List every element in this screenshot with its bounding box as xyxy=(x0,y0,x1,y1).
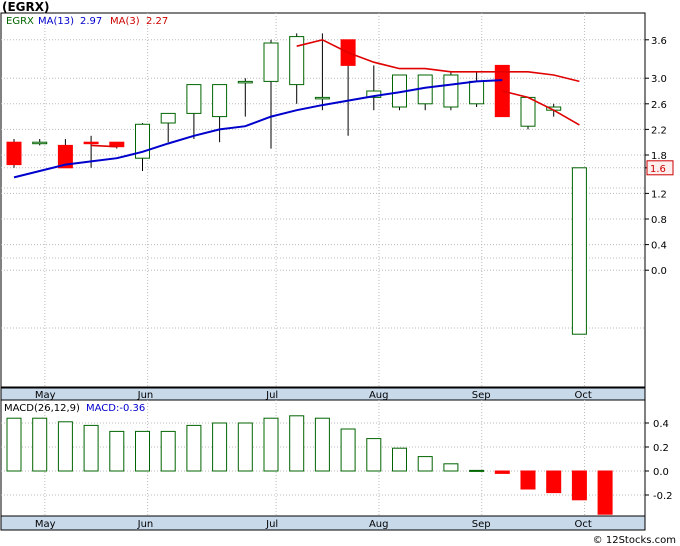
price-tick-label: 2.2 xyxy=(651,125,667,136)
macd-month-strip xyxy=(0,515,646,531)
price-month-label: Sep xyxy=(472,390,491,401)
macd-bar-positive xyxy=(212,422,228,472)
price-month-label: Aug xyxy=(369,390,389,401)
macd-bar-positive xyxy=(57,421,73,472)
macd-bar-negative xyxy=(520,470,536,490)
candle-down xyxy=(83,141,99,145)
price-legend: EGRX MA(13) 2.97 MA(3) 2.27 xyxy=(6,16,168,27)
price-month-label: Oct xyxy=(575,390,592,401)
macd-bar-positive xyxy=(135,430,150,472)
macd-tick-label: 0.4 xyxy=(653,419,669,430)
price-month-strip xyxy=(0,387,646,401)
macd-month-label: Oct xyxy=(575,519,592,530)
candle-up xyxy=(186,84,202,114)
legend-ma13-label: MA(13) xyxy=(38,16,74,27)
site-credit: © 12Stocks.com xyxy=(592,535,676,546)
macd-bar-positive xyxy=(392,447,407,472)
last-price-label: 1.6 xyxy=(650,164,666,175)
macd-month-label: Jun xyxy=(137,519,154,530)
price-tick-label: 0.8 xyxy=(651,215,667,226)
legend-symbol: EGRX xyxy=(6,16,34,27)
price-month-label: May xyxy=(35,390,56,401)
price-tick-label: 3.6 xyxy=(651,36,667,47)
candle-up xyxy=(289,36,305,86)
macd-bars xyxy=(6,415,613,515)
candle-up xyxy=(571,167,587,335)
price-month-label: Jun xyxy=(137,390,154,401)
price-candles xyxy=(6,33,587,335)
stock-chart: 0.00.40.81.21.61.82.22.63.03.6MayJunJulA… xyxy=(0,12,674,531)
macd-bar-positive xyxy=(160,430,176,472)
candle-down xyxy=(6,141,22,166)
macd-month-label: Aug xyxy=(369,519,389,530)
price-month-label: Jul xyxy=(265,390,278,401)
macd-bar-negative xyxy=(546,470,562,494)
macd-bar-positive xyxy=(340,428,356,472)
ma3-line xyxy=(296,38,580,83)
macd-month-label: Sep xyxy=(472,519,491,530)
price-frame xyxy=(0,12,646,388)
legend-ma3-value: 2.27 xyxy=(146,16,168,27)
macd-bar-positive xyxy=(469,469,485,472)
macd-bar-positive xyxy=(289,415,305,472)
candle-up xyxy=(443,74,459,108)
macd-bar-negative xyxy=(571,470,587,501)
macd-bar-positive xyxy=(109,430,125,472)
price-tick-label: 2.6 xyxy=(651,100,667,111)
price-tick-label: 1.2 xyxy=(651,189,667,200)
candle-up xyxy=(212,84,228,118)
candle-up xyxy=(520,96,536,127)
macd-bar-positive xyxy=(263,417,279,472)
candle-up xyxy=(469,80,485,105)
price-tick-label: 0.4 xyxy=(651,241,667,252)
candle-up xyxy=(263,42,279,82)
macd-bar-positive xyxy=(6,417,22,472)
macd-legend: MACD(26,12,9) MACD:-0.36 xyxy=(4,403,145,414)
macd-label: MACD(26,12,9) xyxy=(4,403,80,414)
macd-bar-positive xyxy=(237,422,253,472)
macd-bar-positive xyxy=(83,424,99,472)
macd-bar-positive xyxy=(417,456,433,472)
legend-ma13-value: 2.97 xyxy=(80,16,102,27)
macd-tick-label: -0.2 xyxy=(653,491,673,502)
macd-bar-positive xyxy=(366,438,382,472)
macd-bar-negative xyxy=(494,470,510,474)
legend-ma3-label: MA(3) xyxy=(110,16,140,27)
price-grid xyxy=(0,12,646,401)
macd-value: MACD:-0.36 xyxy=(86,403,145,414)
macd-bar-negative xyxy=(597,470,613,515)
macd-bar-positive xyxy=(443,463,459,472)
macd-tick-label: 0.0 xyxy=(653,467,669,478)
macd-bar-positive xyxy=(186,424,202,472)
price-tick-label: 0.0 xyxy=(651,266,667,277)
macd-month-label: May xyxy=(35,519,56,530)
candle-up xyxy=(314,96,330,100)
price-tick-label: 3.0 xyxy=(651,74,667,85)
macd-month-label: Jul xyxy=(265,519,278,530)
candle-up xyxy=(160,112,176,124)
candle-up xyxy=(32,141,48,145)
macd-tick-label: 0.2 xyxy=(653,443,669,454)
ma3-line-lower xyxy=(502,90,580,126)
macd-bar-positive xyxy=(314,417,330,472)
macd-bar-positive xyxy=(32,417,48,472)
candle-up xyxy=(237,80,253,84)
